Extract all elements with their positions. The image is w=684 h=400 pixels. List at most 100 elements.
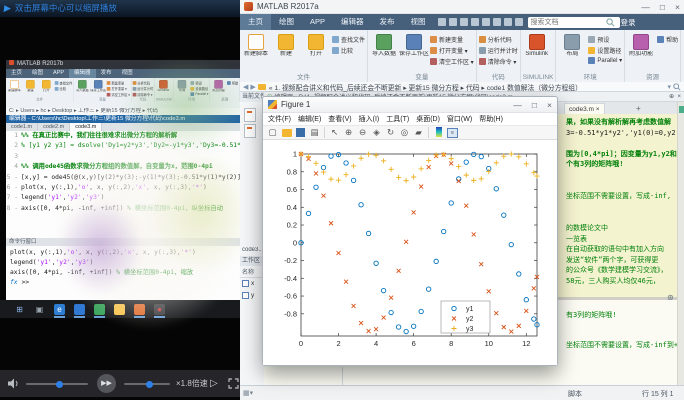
- ribbon-small-item-0-1[interactable]: 比较: [54, 86, 72, 91]
- ribbon-item-4-0[interactable]: 布局: [175, 79, 190, 97]
- command-prompt[interactable]: fx >>: [10, 278, 240, 288]
- ribbon-item-0-1[interactable]: 新建: [23, 79, 38, 97]
- help-icon[interactable]: [514, 18, 523, 26]
- ribbon-tab-2[interactable]: APP: [302, 14, 333, 30]
- copy-icon[interactable]: [459, 18, 468, 26]
- ribbon-small-item-0-1[interactable]: 比较: [332, 46, 365, 55]
- login-link[interactable]: 登录: [621, 17, 636, 28]
- data-cursor-icon[interactable]: ◎: [399, 127, 410, 138]
- inner-ribbon-tab-2[interactable]: APP: [48, 69, 69, 78]
- save-icon[interactable]: [437, 18, 446, 26]
- inner-ribbon-tab-3[interactable]: 编辑器: [69, 69, 96, 78]
- figure-menu-6[interactable]: 窗口(W): [447, 114, 472, 124]
- open-file-icon[interactable]: [281, 127, 292, 138]
- workspace-variable-y[interactable]: y: [242, 292, 254, 299]
- figure-menu-5[interactable]: 桌面(D): [416, 114, 440, 124]
- folder-icon[interactable]: [114, 303, 125, 315]
- plot-axes[interactable]: 0 2 4 6 8 10 12 1 0.8 0.6 0.4 0.2 0 -0.2 -0.4 -0.6 -0.8 y…: [263, 140, 557, 365]
- editor-close-icon[interactable]: ×: [677, 93, 681, 100]
- address-dropdown-icon[interactable]: ▾: [667, 83, 671, 91]
- figure-menu-4[interactable]: 工具(T): [386, 114, 409, 124]
- new-tab-button[interactable]: +: [636, 103, 641, 114]
- ribbon-item-1-1[interactable]: 保存工作区: [399, 32, 429, 73]
- figure-menu-1[interactable]: 编辑(E): [298, 114, 321, 124]
- ribbon-small-item-2-2[interactable]: 清除命令 ▾: [478, 57, 518, 66]
- ribbon-tab-3[interactable]: 编辑器: [333, 14, 372, 30]
- start-icon[interactable]: ⊞: [14, 304, 25, 315]
- ribbon-small-item-2-1[interactable]: 运行并计时: [132, 86, 153, 91]
- ribbon-small-item-2-0[interactable]: 分析代码: [132, 81, 154, 85]
- photos-icon[interactable]: [74, 303, 85, 318]
- figure-menu-7[interactable]: 帮助(H): [479, 114, 503, 124]
- ribbon-item-0-2[interactable]: 打开: [302, 32, 330, 73]
- volume-slider[interactable]: [26, 380, 88, 388]
- legend[interactable]: y1 y2 y3: [440, 300, 491, 334]
- ribbon-item-4-0[interactable]: 布局: [558, 32, 586, 73]
- undo-icon[interactable]: [481, 18, 490, 26]
- inner-editor-tab-1[interactable]: code2.m: [38, 123, 71, 131]
- cursor-arrow-icon[interactable]: ↖: [329, 127, 340, 138]
- back-icon[interactable]: ◀: [243, 83, 248, 91]
- editor-undock-icon[interactable]: ⊕: [669, 93, 674, 100]
- ribbon-small-item-0-0[interactable]: 查找文件: [54, 81, 72, 85]
- inner-ribbon-tab-5[interactable]: 视图: [117, 69, 138, 78]
- search-icon[interactable]: [605, 17, 615, 27]
- zoom-in-icon[interactable]: ⊕: [343, 127, 354, 138]
- ribbon-small-item-4-2[interactable]: Parallel ▾: [588, 57, 622, 64]
- address-bar[interactable]: ◀ ▶ « 1. 视频配合讲义和代码_后续还会不断更新 ▸ 更新15 微分方程 …: [240, 82, 684, 92]
- ribbon-item-0-0[interactable]: 新建脚本: [242, 32, 270, 73]
- figure-menu-2[interactable]: 查看(V): [328, 114, 351, 124]
- inner-ribbon-tab-0[interactable]: 主页: [6, 69, 27, 78]
- ribbon-item-0-1[interactable]: 新建: [272, 32, 300, 73]
- ribbon-tab-1[interactable]: 绘图: [271, 14, 302, 30]
- ribbon-small-item-1-0[interactable]: 新建变量: [430, 35, 474, 44]
- pan-hand-icon[interactable]: ◈: [371, 127, 382, 138]
- inner-editor-tab-2[interactable]: code3.m: [70, 123, 103, 131]
- ribbon-small-item-5-0[interactable]: 帮助: [227, 81, 238, 85]
- paste-icon[interactable]: [470, 18, 479, 26]
- print-figure-icon[interactable]: ▤: [309, 127, 320, 138]
- ribbon-tab-0[interactable]: 主页: [240, 14, 271, 30]
- task-view-icon[interactable]: ▣: [34, 304, 45, 315]
- ribbon-small-item-0-0[interactable]: 查找文件: [332, 35, 365, 44]
- workspace-variable-x[interactable]: x: [242, 280, 254, 287]
- figure-maximize-button[interactable]: □: [532, 100, 537, 110]
- ribbon-small-item-4-1[interactable]: 设置路径: [588, 46, 622, 55]
- ribbon-item-3-0[interactable]: Simulink: [156, 79, 171, 97]
- store-icon[interactable]: [94, 303, 105, 318]
- volume-icon[interactable]: [8, 378, 20, 389]
- insert-legend-icon[interactable]: ≡: [447, 127, 458, 138]
- recorder-icon[interactable]: ●: [154, 303, 165, 318]
- print-icon[interactable]: [503, 18, 512, 26]
- ribbon-item-0-0[interactable]: 新建脚本: [7, 79, 22, 97]
- ribbon-small-item-1-2[interactable]: 清空工作区 ▾: [430, 57, 474, 66]
- ribbon-item-1-0[interactable]: 导入数据: [75, 79, 90, 97]
- inner-ribbon-tab-4[interactable]: 发布: [96, 69, 117, 78]
- insert-colorbar-icon[interactable]: [433, 127, 444, 138]
- browser-icon[interactable]: e: [54, 303, 65, 318]
- address-search-icon[interactable]: [673, 82, 681, 91]
- maximize-button[interactable]: □: [660, 2, 665, 12]
- new-figure-icon[interactable]: ▢: [267, 127, 278, 138]
- rotate-3d-icon[interactable]: ↻: [385, 127, 396, 138]
- ribbon-tab-4[interactable]: 发布: [372, 14, 403, 30]
- tab-close-icon[interactable]: ×: [596, 106, 600, 113]
- volume-slider-thumb[interactable]: [56, 380, 63, 388]
- save-figure-icon[interactable]: [295, 127, 306, 138]
- speed-slider-thumb[interactable]: [146, 380, 153, 388]
- ribbon-item-1-1[interactable]: 保存工作区: [90, 79, 106, 97]
- forward-icon[interactable]: ▶: [250, 83, 255, 91]
- figure-close-button[interactable]: ×: [547, 100, 552, 110]
- ribbon-small-item-1-1[interactable]: 打开变量 ▾: [430, 46, 474, 55]
- ribbon-small-item-4-0[interactable]: 预设: [190, 81, 209, 85]
- file-icon[interactable]: [244, 108, 256, 122]
- inner-ribbon-tab-1[interactable]: 绘图: [27, 69, 48, 78]
- file-icon[interactable]: [244, 124, 256, 138]
- zoom-out-icon[interactable]: ⊖: [357, 127, 368, 138]
- figure-minimize-button[interactable]: —: [513, 100, 522, 110]
- ribbon-item-0-2[interactable]: 打开: [39, 79, 54, 97]
- ribbon-small-item-1-0[interactable]: 新建变量: [106, 81, 130, 85]
- ribbon-small-item-2-1[interactable]: 运行并计时: [478, 46, 518, 55]
- ribbon-small-item-4-1[interactable]: 设置路径: [190, 86, 209, 91]
- inner-editor-tab-0[interactable]: code1.m: [6, 123, 39, 131]
